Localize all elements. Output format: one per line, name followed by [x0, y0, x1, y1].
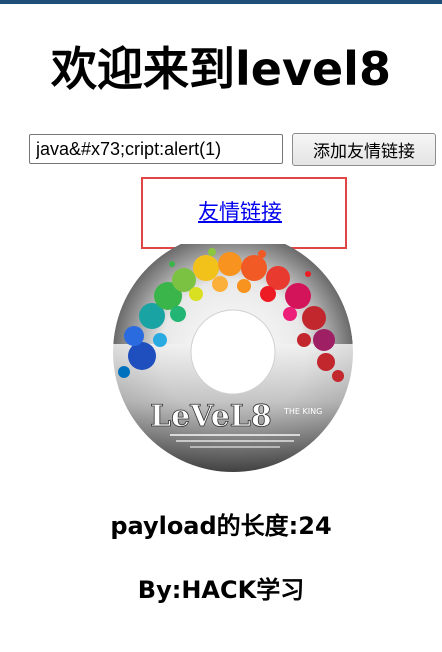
add-friend-link-button[interactable]: 添加友情链接 [292, 133, 436, 166]
add-link-form: 添加友情链接 [0, 133, 442, 168]
friend-link[interactable]: 友情链接 [150, 196, 330, 226]
author-text: By:HACK学习 [137, 576, 305, 604]
disc-graphic: LeVeL8 THE KING [112, 232, 354, 472]
keyword-input[interactable] [29, 134, 283, 164]
disc-label: LeVeL8 [150, 399, 272, 434]
page-title: 欢迎来到level8 [51, 42, 391, 96]
level8-disc-image: LeVeL8 THE KING [112, 232, 354, 472]
payload-length-text: payload的长度:24 [110, 512, 332, 540]
disc-label-suffix: THE KING [283, 407, 322, 416]
top-border-bar [0, 0, 442, 4]
